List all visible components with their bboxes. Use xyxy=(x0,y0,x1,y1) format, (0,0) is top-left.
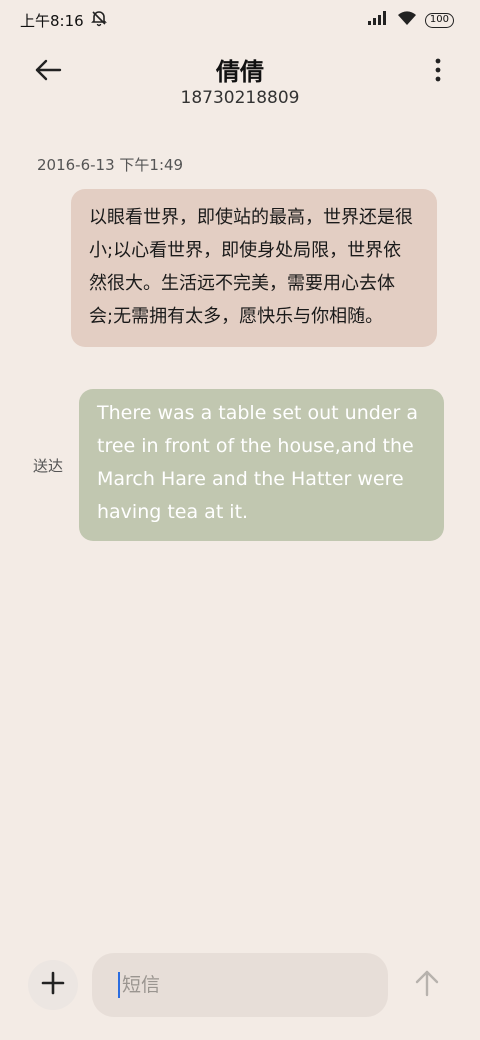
contact-number: 18730218809 xyxy=(180,88,300,108)
received-message-text: 以眼看世界，即使站的最高，世界还是很小;以心看世界，即使身处局限，世界依然很大。… xyxy=(89,207,413,327)
signal-icon xyxy=(367,11,389,29)
plus-icon xyxy=(41,971,65,999)
more-vertical-icon xyxy=(434,58,442,86)
more-options-button[interactable] xyxy=(426,54,450,90)
received-message-bubble[interactable]: 以眼看世界，即使站的最高，世界还是很小;以心看世界，即使身处局限，世界依然很大。… xyxy=(71,189,437,347)
message-input[interactable] xyxy=(122,974,362,996)
sent-message-bubble[interactable]: There was a table set out under a tree i… xyxy=(79,389,444,541)
arrow-up-icon xyxy=(414,969,440,1001)
status-time: 上午8:16 xyxy=(20,11,84,30)
conversation-header: 倩倩 18730218809 xyxy=(0,44,480,114)
text-caret xyxy=(118,972,120,998)
status-right: 100 xyxy=(367,10,454,30)
sent-message-text: There was a table set out under a tree i… xyxy=(97,402,418,523)
wifi-icon xyxy=(397,10,417,30)
battery-level: 100 xyxy=(429,14,449,25)
contact-name: 倩倩 xyxy=(216,58,264,86)
alarm-muted-icon xyxy=(90,9,108,31)
message-input-container[interactable] xyxy=(92,953,388,1017)
send-button[interactable] xyxy=(410,968,444,1002)
battery-icon: 100 xyxy=(424,12,454,28)
add-attachment-button[interactable] xyxy=(28,960,78,1010)
status-bar: 上午8:16 100 xyxy=(0,0,480,40)
delivery-status: 送达 xyxy=(33,457,64,475)
message-timestamp: 2016-6-13 下午1:49 xyxy=(37,156,184,174)
status-left: 上午8:16 xyxy=(20,9,108,31)
